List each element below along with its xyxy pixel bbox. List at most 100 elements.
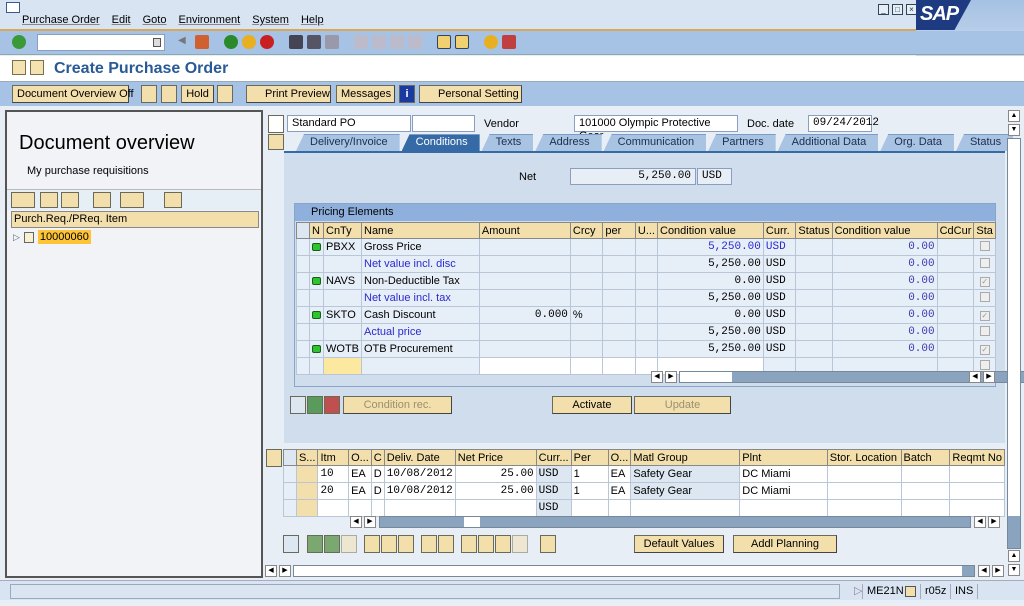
date-category[interactable]: D [370,482,385,500]
select-all-icon[interactable] [438,535,454,553]
statistical-checkbox[interactable]: ✓ [979,277,990,287]
condition-type[interactable]: SKTO [323,306,362,324]
header-collapse-icon[interactable] [268,134,284,150]
vscroll-down-end-icon[interactable]: ▼ [1008,564,1020,576]
help-icon[interactable] [484,35,498,49]
tree-node-requisition[interactable]: 10000060 [37,230,91,244]
price-unit[interactable] [570,499,609,517]
pricing-row[interactable]: Net value incl. tax 5,250.00 USD 0.00 [296,289,996,307]
requirement-number[interactable] [949,465,1005,483]
condition-amount[interactable] [478,357,571,375]
scroll-right-end-icon[interactable]: ▶ [983,371,995,383]
requirement-number[interactable] [949,482,1005,500]
document-number-field[interactable] [412,115,475,132]
menu-purchase-order[interactable]: Purchase Order [22,14,100,26]
adopt-icon[interactable] [40,192,58,208]
sort-ascending-icon[interactable] [461,535,477,553]
exit-icon[interactable] [242,35,256,49]
condition-uom[interactable] [634,272,659,290]
batch[interactable] [900,499,951,517]
block-item-icon[interactable] [381,535,397,553]
col-net-price[interactable]: Net Price [454,449,537,466]
net-price[interactable] [454,499,537,517]
row-selector[interactable] [296,238,310,256]
filter-icon[interactable] [495,535,511,553]
insert-item-icon[interactable] [307,535,323,553]
scroll-left-icon[interactable]: ◀ [651,371,663,383]
condition-per[interactable] [602,306,636,324]
pricing-row[interactable]: WOTB OTB Procurement 5,250.00 USD 0.00 ✓ [296,340,996,358]
tab-status[interactable]: Status [955,134,1014,151]
last-page-icon[interactable] [408,35,422,49]
requirement-number[interactable] [949,499,1005,517]
main-vertical-scrollbar[interactable] [1007,138,1021,549]
row-selector[interactable] [296,289,310,307]
col-stor-location[interactable]: Stor. Location [826,449,902,466]
item-number[interactable]: 20 [317,482,350,500]
menu-help[interactable]: Help [301,14,324,26]
items-scroll-right-icon[interactable]: ▶ [364,516,376,528]
insert-row-icon[interactable] [307,396,323,414]
condition-uom[interactable] [634,289,659,307]
condition-type[interactable]: NAVS [323,272,362,290]
condition-uom[interactable] [634,306,659,324]
price-unit[interactable]: 1 [570,465,609,483]
order-unit[interactable]: EA [348,465,372,483]
info-icon[interactable]: i [399,85,415,103]
col-uom[interactable]: U... [634,222,659,239]
menu-environment[interactable]: Environment [178,14,240,26]
print-icon[interactable] [289,35,303,49]
condition-type[interactable] [323,289,362,307]
enter-icon[interactable] [12,35,26,49]
cancel-icon[interactable] [260,35,274,49]
sort-descending-icon[interactable] [478,535,494,553]
statistical-checkbox[interactable] [979,257,990,268]
col-itm[interactable]: Itm [317,449,350,466]
col-batch[interactable]: Batch [900,449,951,466]
expand-node-icon[interactable]: ▷ [13,232,20,243]
condition-per[interactable] [602,289,636,307]
check-icon[interactable] [217,85,233,103]
title-menu-icon[interactable] [30,60,44,75]
selection-variant[interactable]: My purchase requisitions [27,165,149,177]
total-icon[interactable] [512,535,528,553]
condition-per[interactable] [602,323,636,341]
condition-currency[interactable] [569,357,604,375]
col-cnty[interactable]: CnTy [323,222,362,239]
row-selector[interactable] [296,255,310,273]
item-details-icon[interactable] [283,535,299,553]
statistical-checkbox[interactable]: ✓ [979,311,990,321]
new-document-icon[interactable] [141,85,157,103]
row-selector[interactable] [296,306,310,324]
batch[interactable] [900,482,951,500]
personal-setting-button[interactable]: Personal Setting [419,85,522,103]
copy-icon[interactable] [421,535,437,553]
save-icon[interactable] [195,35,209,49]
col-status[interactable]: Status [795,222,833,239]
command-history-icon[interactable] [153,38,161,47]
col-oun[interactable]: O... [348,449,372,466]
document-type-select[interactable]: Standard PO [287,115,411,132]
material-group[interactable] [630,499,741,517]
col-condition-value-2[interactable]: Condition value [831,222,938,239]
row-selector[interactable] [296,272,310,290]
menu-edit[interactable]: Edit [112,14,131,26]
layout-menu-icon[interactable] [502,35,516,49]
order-unit[interactable]: EA [348,482,372,500]
condition-per[interactable] [602,272,636,290]
items-scroll-right-end-icon[interactable]: ▶ [988,516,1000,528]
condition-type[interactable]: PBXX [323,238,362,256]
condition-type[interactable] [323,357,362,375]
default-values-button[interactable]: Default Values [634,535,724,553]
condition-uom[interactable] [634,323,659,341]
minimize-icon[interactable]: _ [878,4,889,15]
col-amount[interactable]: Amount [478,222,571,239]
condition-per[interactable] [602,255,636,273]
items-horizontal-scrollbar[interactable] [379,516,971,528]
document-overview-button[interactable]: Document Overview Off [12,85,134,103]
pricing-row[interactable]: NAVS Non-Deductible Tax 0.00 USD 0.00 ✓ [296,272,996,290]
print-preview-button[interactable]: Print Preview [246,85,331,103]
plant[interactable] [739,499,828,517]
col-curr[interactable]: Curr... [535,449,572,466]
condition-per[interactable] [602,357,636,375]
